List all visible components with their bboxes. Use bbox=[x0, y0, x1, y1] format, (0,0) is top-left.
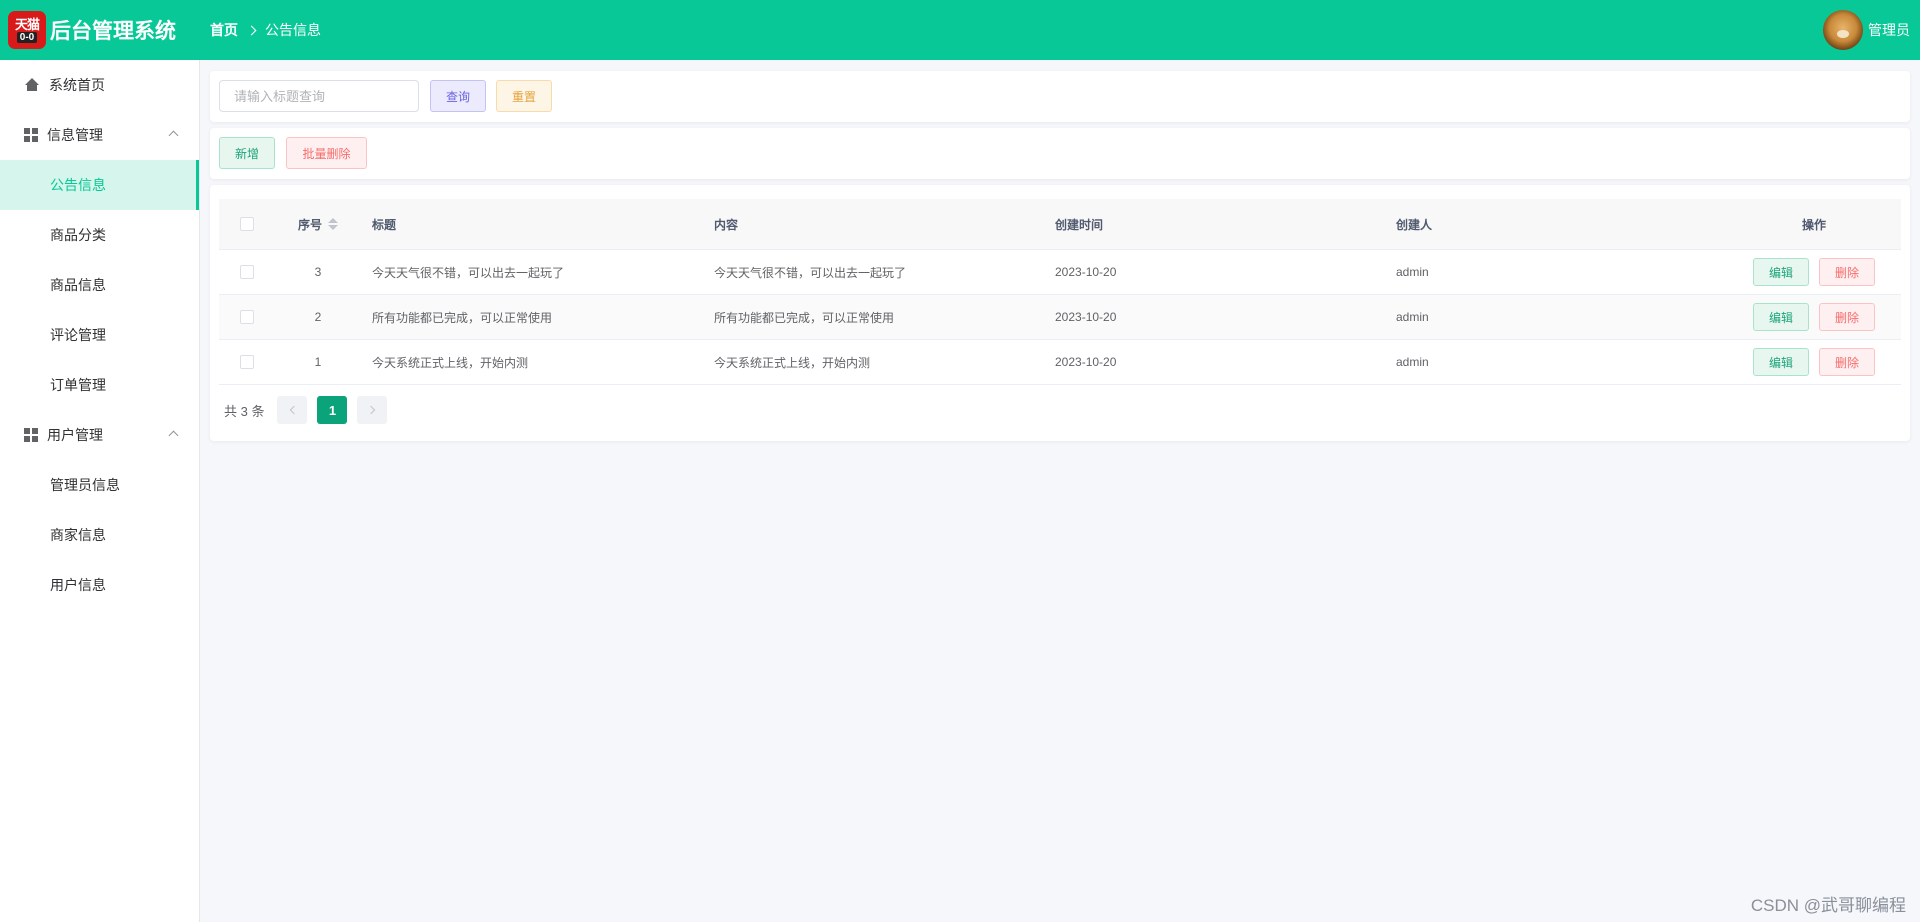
cell-creator: admin bbox=[1396, 355, 1429, 369]
search-bar: 查询 重置 bbox=[210, 71, 1910, 122]
user-name[interactable]: 管理员 bbox=[1868, 20, 1910, 40]
cell-creator: admin bbox=[1396, 310, 1429, 324]
chevron-right-icon bbox=[366, 405, 376, 415]
home-icon bbox=[24, 77, 40, 93]
watermark: CSDN @武哥聊编程 bbox=[1750, 896, 1906, 915]
app-title: 后台管理系统 bbox=[50, 20, 176, 43]
sidebar-item-merchants[interactable]: 商家信息 bbox=[0, 510, 199, 560]
pagination: 共 3 条 1 bbox=[224, 396, 397, 424]
breadcrumb-current: 公告信息 bbox=[265, 22, 321, 38]
cell-content: 今天系统正式上线，开始内测 bbox=[714, 355, 871, 370]
column-header-title: 标题 bbox=[372, 217, 397, 232]
sidebar-item-label: 信息管理 bbox=[47, 127, 103, 143]
table-row: 2 所有功能都已完成，可以正常使用 所有功能都已完成，可以正常使用 2023-1… bbox=[219, 295, 1901, 340]
grid-icon bbox=[24, 428, 38, 442]
logo-text-bottom: 0-0 bbox=[16, 31, 38, 43]
cell-title: 今天系统正式上线，开始内测 bbox=[372, 355, 529, 370]
row-checkbox[interactable] bbox=[239, 265, 254, 279]
sidebar-item-users[interactable]: 用户信息 bbox=[0, 560, 199, 610]
cell-index: 3 bbox=[314, 265, 322, 279]
cell-index: 1 bbox=[314, 355, 322, 369]
row-checkbox[interactable] bbox=[239, 310, 254, 324]
chevron-up-icon bbox=[168, 130, 179, 141]
table-row: 1 今天系统正式上线，开始内测 今天系统正式上线，开始内测 2023-10-20… bbox=[219, 340, 1901, 385]
sidebar-group-users[interactable]: 用户管理 bbox=[0, 410, 199, 460]
table-header-row: 序号 标题 内容 创建时间 创建人 操作 bbox=[219, 199, 1901, 250]
delete-button[interactable]: 删除 bbox=[1819, 303, 1875, 331]
chevron-left-icon bbox=[289, 405, 299, 415]
sidebar-item-notice[interactable]: 公告信息 bbox=[0, 160, 199, 210]
toolbar: 新增 批量删除 bbox=[210, 128, 1910, 179]
sort-icon[interactable] bbox=[328, 218, 338, 230]
add-button[interactable]: 新增 bbox=[219, 137, 275, 169]
sidebar-item-label: 评论管理 bbox=[50, 327, 106, 343]
logo-text-top: 天猫 bbox=[14, 16, 40, 32]
top-header: 天猫 0-0 后台管理系统 首页 公告信息 管理员 bbox=[0, 0, 1920, 60]
edit-button[interactable]: 编辑 bbox=[1753, 348, 1809, 376]
sidebar-item-home[interactable]: 系统首页 bbox=[0, 60, 199, 110]
cell-created-at: 2023-10-20 bbox=[1055, 310, 1117, 324]
cell-title: 所有功能都已完成，可以正常使用 bbox=[372, 310, 553, 325]
next-page-button[interactable] bbox=[357, 396, 388, 424]
table-panel: 序号 标题 内容 创建时间 创建人 操作 3 今天天气很不错，可以出去一起玩了 … bbox=[210, 185, 1910, 441]
column-header-content: 内容 bbox=[714, 217, 739, 232]
edit-button[interactable]: 编辑 bbox=[1753, 303, 1809, 331]
reset-button[interactable]: 重置 bbox=[496, 80, 552, 112]
sidebar-item-label: 用户管理 bbox=[47, 427, 103, 443]
chevron-right-icon bbox=[246, 25, 257, 35]
sidebar-item-label: 商家信息 bbox=[50, 527, 106, 543]
sidebar-item-label: 管理员信息 bbox=[50, 477, 120, 493]
cell-content: 今天天气很不错，可以出去一起玩了 bbox=[714, 265, 907, 280]
grid-icon bbox=[24, 128, 38, 142]
cell-creator: admin bbox=[1396, 265, 1429, 279]
cell-content: 所有功能都已完成，可以正常使用 bbox=[714, 310, 895, 325]
tmall-logo: 天猫 0-0 bbox=[8, 11, 46, 49]
sidebar-item-label: 订单管理 bbox=[50, 377, 106, 393]
select-all-checkbox[interactable] bbox=[239, 217, 254, 231]
query-button[interactable]: 查询 bbox=[430, 80, 486, 112]
cell-created-at: 2023-10-20 bbox=[1055, 265, 1117, 279]
user-menu[interactable]: 管理员 bbox=[1823, 10, 1910, 50]
sidebar-item-label: 公告信息 bbox=[50, 177, 106, 193]
column-header-label: 序号 bbox=[297, 217, 322, 232]
sidebar-item-label: 商品分类 bbox=[50, 227, 106, 243]
chevron-up-icon bbox=[168, 430, 179, 441]
pagination-total: 共 3 条 bbox=[224, 403, 265, 419]
breadcrumb: 首页 公告信息 bbox=[210, 20, 321, 40]
cell-index: 2 bbox=[314, 310, 322, 324]
breadcrumb-home[interactable]: 首页 bbox=[210, 20, 238, 40]
logo-area: 天猫 0-0 后台管理系统 bbox=[0, 11, 200, 49]
cell-created-at: 2023-10-20 bbox=[1055, 355, 1117, 369]
notice-table: 序号 标题 内容 创建时间 创建人 操作 3 今天天气很不错，可以出去一起玩了 … bbox=[219, 199, 1901, 385]
column-header-actions: 操作 bbox=[1801, 217, 1826, 232]
page-number-button[interactable]: 1 bbox=[317, 396, 348, 424]
column-header-created-at: 创建时间 bbox=[1055, 217, 1104, 232]
table-row: 3 今天天气很不错，可以出去一起玩了 今天天气很不错，可以出去一起玩了 2023… bbox=[219, 250, 1901, 295]
sidebar-item-label: 用户信息 bbox=[50, 577, 106, 593]
sidebar-item-label: 商品信息 bbox=[50, 277, 106, 293]
column-header-creator: 创建人 bbox=[1396, 217, 1433, 232]
edit-button[interactable]: 编辑 bbox=[1753, 258, 1809, 286]
delete-button[interactable]: 删除 bbox=[1819, 258, 1875, 286]
avatar[interactable] bbox=[1823, 10, 1863, 50]
sidebar-item-admins[interactable]: 管理员信息 bbox=[0, 460, 199, 510]
column-header-index[interactable]: 序号 bbox=[274, 216, 362, 233]
bulk-delete-button[interactable]: 批量删除 bbox=[286, 137, 367, 169]
sidebar-item-category[interactable]: 商品分类 bbox=[0, 210, 199, 260]
sidebar-item-label: 系统首页 bbox=[49, 77, 105, 93]
sidebar: 系统首页 信息管理 公告信息 商品分类 商品信息 评论管理 订单管理 用户管理 … bbox=[0, 60, 200, 922]
sidebar-group-info[interactable]: 信息管理 bbox=[0, 110, 199, 160]
sidebar-item-comments[interactable]: 评论管理 bbox=[0, 310, 199, 360]
sidebar-item-orders[interactable]: 订单管理 bbox=[0, 360, 199, 410]
search-input[interactable] bbox=[219, 80, 419, 112]
prev-page-button[interactable] bbox=[277, 396, 308, 424]
delete-button[interactable]: 删除 bbox=[1819, 348, 1875, 376]
row-checkbox[interactable] bbox=[239, 355, 254, 369]
sidebar-item-goods[interactable]: 商品信息 bbox=[0, 260, 199, 310]
cell-title: 今天天气很不错，可以出去一起玩了 bbox=[372, 265, 565, 280]
